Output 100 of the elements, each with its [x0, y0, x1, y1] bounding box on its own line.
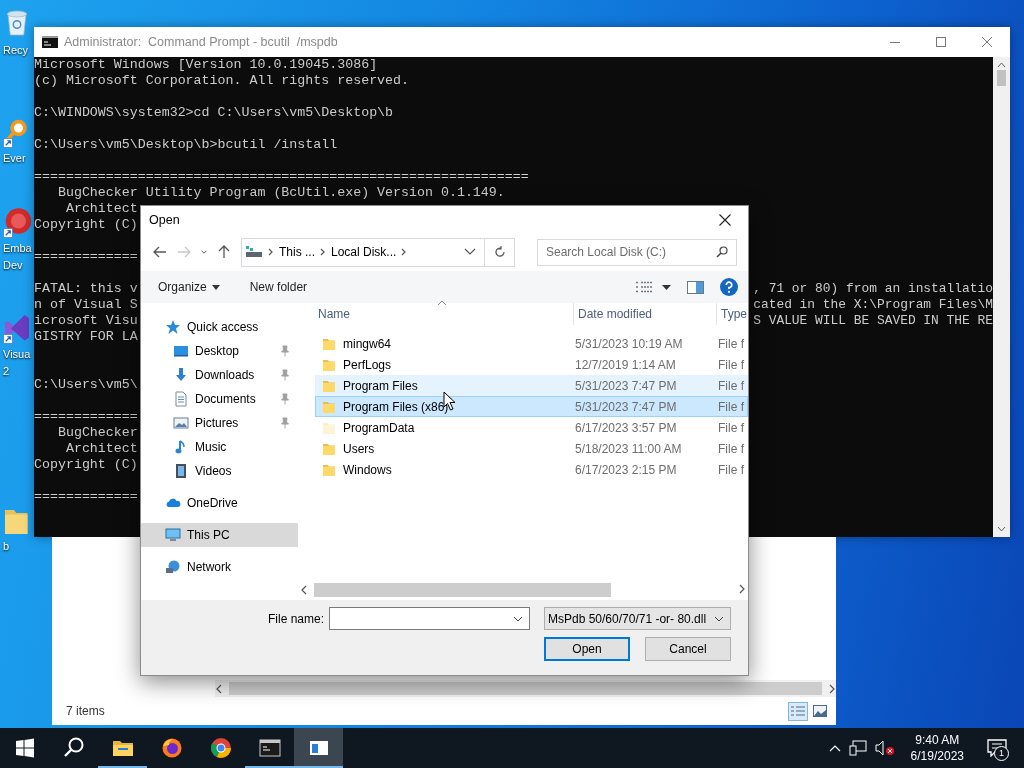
star-icon	[165, 319, 181, 335]
dialog-title: Open	[149, 212, 180, 227]
date-cell-text: 5/31/2023 7:47 PM	[574, 378, 678, 393]
pin-icon[interactable]	[280, 393, 290, 405]
console-line: GISTRY FOR LA	[34, 329, 138, 345]
file-row[interactable]: Program Files 5/31/2023 7:47 PM File f	[315, 375, 748, 396]
navigation-item[interactable]: Documents	[141, 387, 298, 411]
close-icon	[982, 37, 992, 47]
dialog-button[interactable]: Open	[544, 637, 630, 661]
column-header[interactable]: Name	[314, 303, 574, 325]
preview-pane-icon[interactable]	[687, 280, 704, 294]
console-line: BugChecker	[56, 425, 138, 441]
scroll-up-icon[interactable]	[997, 62, 1006, 68]
search-field[interactable]: Search Local Disk (C:)	[537, 238, 737, 266]
date-cell-text: 5/18/2023 11:00 AM	[574, 441, 683, 456]
file-name: Users	[343, 441, 375, 456]
file-name: Program Files	[343, 378, 418, 393]
navigation-item[interactable]: Desktop	[141, 339, 298, 363]
refresh-icon	[493, 246, 506, 258]
sort-caret-icon	[437, 300, 447, 306]
console-line: Architect	[64, 201, 138, 217]
close-icon	[719, 213, 731, 226]
folder-icon	[322, 399, 336, 414]
up-arrow-icon	[218, 245, 230, 259]
file-row[interactable]: PerfLogs 12/7/2019 1:14 AM File f	[315, 354, 748, 375]
clock-date[interactable]: 6/19/2023	[910, 748, 964, 764]
file-row[interactable]: Users 5/18/2023 11:00 AM File f	[315, 438, 748, 459]
pin-icon[interactable]	[280, 345, 290, 357]
console-line: icrosoft Visu	[34, 313, 138, 329]
console-line: , 71 or 80) from an installatio	[753, 281, 993, 297]
navigation-item[interactable]: Quick access	[141, 315, 298, 339]
breadcrumb-item[interactable]: Local Disk...	[328, 245, 400, 259]
scrollbar[interactable]	[215, 680, 836, 697]
date-cell-text: 5/31/2023 7:47 PM	[574, 399, 678, 414]
maximize-icon	[936, 37, 946, 47]
address-bar[interactable]: This ... Local Disk...	[241, 237, 515, 267]
console-line: ==============================================================	[34, 169, 529, 185]
caret-icon	[200, 248, 208, 256]
speaker-muted-icon[interactable]	[874, 740, 895, 756]
chevron-up-icon[interactable]	[828, 744, 841, 752]
navigation-item[interactable]: Videos	[141, 459, 298, 483]
film-icon	[173, 463, 189, 479]
caret-icon	[211, 284, 220, 290]
scrollbar-thumb[interactable]	[997, 70, 1006, 86]
type-cell-text: File f	[717, 441, 745, 456]
console-line: FATAL: this v	[34, 281, 138, 297]
file-name-field[interactable]	[329, 607, 530, 630]
date-cell-text: 12/7/2019 1:14 AM	[574, 357, 677, 372]
pin-icon[interactable]	[280, 417, 290, 429]
clock-time[interactable]: 9:40 AM	[915, 732, 960, 748]
console-line: =============	[34, 489, 138, 505]
network-icon[interactable]	[848, 740, 867, 756]
dropdown-icon[interactable]	[464, 248, 476, 256]
date-cell-text: 5/31/2023 10:19 AM	[574, 336, 684, 351]
console-line: C:\Users\vm5\	[34, 377, 138, 393]
navigation-item[interactable]: Downloads	[141, 363, 298, 387]
column-header[interactable]: Type	[717, 303, 748, 325]
pin-icon[interactable]	[280, 369, 290, 381]
file-row[interactable]: Windows 6/17/2023 2:15 PM File f	[315, 459, 748, 480]
file-name: ProgramData	[343, 420, 415, 435]
console-line: S VALUE WILL BE SAVED IN THE RE	[753, 313, 993, 329]
new-folder-button[interactable]: New folder	[249, 280, 308, 294]
navigation-item[interactable]: OneDrive	[141, 491, 298, 515]
network-icon	[165, 559, 181, 575]
picture-icon	[173, 415, 189, 431]
type-cell-text: File f	[717, 462, 745, 477]
console-line: Microsoft Windows [Version 10.0.19045.3086]	[34, 57, 378, 73]
dialog-button[interactable]: Cancel	[645, 637, 731, 661]
file-row[interactable]: mingw64 5/31/2023 10:19 AM File f	[315, 333, 748, 354]
dropdown-icon	[714, 615, 724, 622]
notifications-button[interactable]: 1	[980, 728, 1014, 768]
desktop-icon	[173, 343, 189, 359]
breadcrumb-item[interactable]: This ...	[276, 245, 318, 259]
desktop-app-icon[interactable]	[2, 312, 32, 345]
column-header[interactable]: Date modified	[574, 303, 717, 325]
file-type-dropdown[interactable]: MsPdb 50/60/70/71 -or- 80.dll	[544, 607, 731, 630]
navigation-item[interactable]: This PC	[141, 523, 298, 547]
image-icon	[813, 705, 827, 717]
help-icon[interactable]	[720, 278, 738, 296]
scrollbar[interactable]	[993, 57, 1010, 537]
caret-icon[interactable]	[662, 284, 671, 290]
type-cell-text: File f	[717, 399, 745, 414]
scroll-down-icon[interactable]	[997, 526, 1006, 532]
scrollbar-thumb[interactable]	[229, 682, 822, 695]
terminal-icon	[42, 36, 58, 48]
console-line: n of Visual S	[34, 297, 138, 313]
file-row[interactable]: Program Files (x86) 5/31/2023 7:47 PM File f	[315, 396, 748, 417]
organize-button[interactable]: Organize	[158, 280, 220, 294]
navigation-item[interactable]: Pictures	[141, 411, 298, 435]
file-row[interactable]: ProgramData 6/17/2023 3:57 PM File f	[315, 417, 748, 438]
monitor-icon	[165, 527, 181, 543]
view-options-icon[interactable]	[636, 281, 652, 293]
taskbar-button[interactable]	[294, 728, 343, 768]
scrollbar-thumb[interactable]	[314, 582, 611, 597]
console-line: Copyright (C)	[34, 457, 138, 473]
date-cell-text: 6/17/2023 3:57 PM	[574, 420, 678, 435]
desktop-app-icon[interactable]	[2, 206, 32, 239]
navigation-item[interactable]: Network	[141, 555, 298, 579]
navigation-item[interactable]: Music	[141, 435, 298, 459]
status-text: 7 items	[66, 704, 105, 718]
